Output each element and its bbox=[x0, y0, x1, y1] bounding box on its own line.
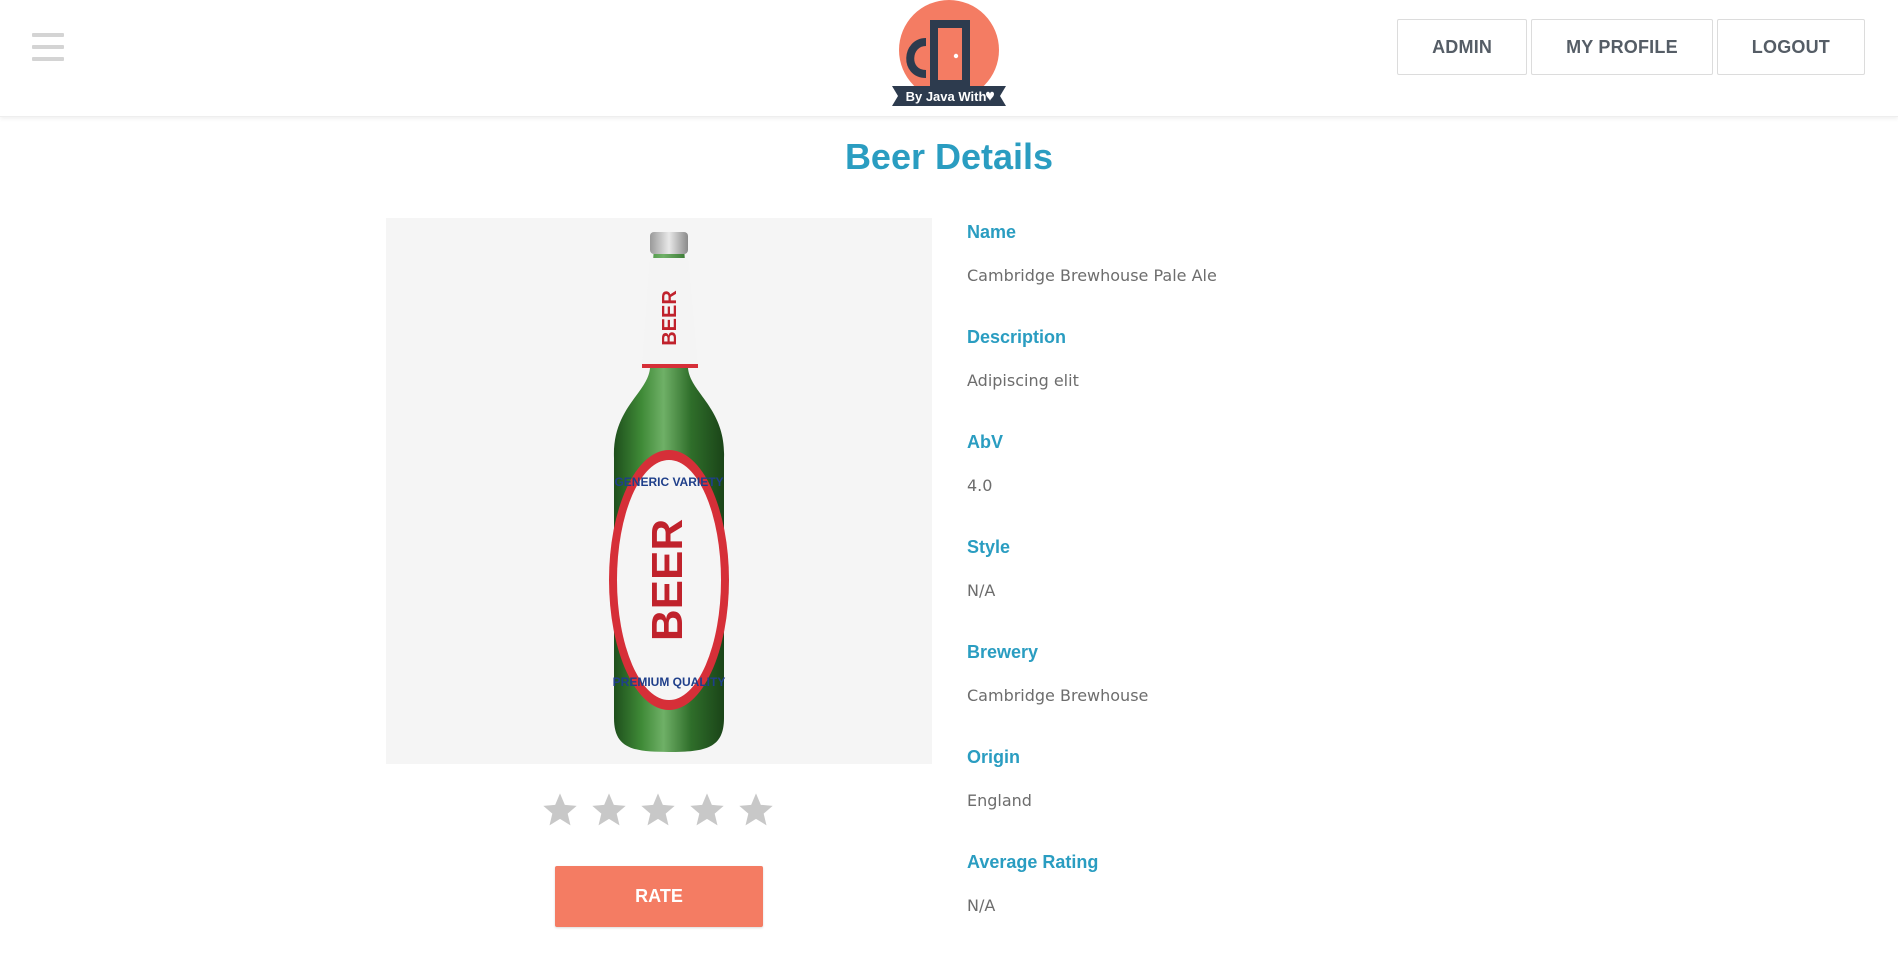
detail-value: N/A bbox=[967, 896, 996, 915]
neck-label-text: BEER bbox=[659, 290, 681, 346]
star-rating bbox=[540, 790, 776, 830]
detail-average-rating: Average Rating N/A bbox=[967, 850, 1667, 955]
star-icon-4[interactable] bbox=[687, 790, 727, 830]
logo-caption: By Java With bbox=[906, 89, 987, 104]
detail-label: Average Rating bbox=[967, 852, 1099, 872]
top-nav: ADMIN MY PROFILE LOGOUT bbox=[1397, 19, 1865, 75]
star-icon-2[interactable] bbox=[589, 790, 629, 830]
detail-label: Style bbox=[967, 537, 1011, 557]
detail-label: Origin bbox=[967, 747, 1020, 767]
beer-details: Name Cambridge Brewhouse Pale Ale Descri… bbox=[967, 220, 1667, 955]
label-main-text: BEER bbox=[643, 519, 692, 641]
rate-button[interactable]: RATE bbox=[555, 866, 763, 927]
page-title: Beer Details bbox=[844, 136, 1054, 177]
detail-value: 4.0 bbox=[967, 476, 993, 495]
menu-icon[interactable] bbox=[32, 33, 64, 61]
star-icon-5[interactable] bbox=[736, 790, 776, 830]
detail-value: N/A bbox=[967, 581, 996, 600]
star-icon-1[interactable] bbox=[540, 790, 580, 830]
detail-abv: AbV 4.0 bbox=[967, 430, 1667, 535]
label-bottom-text: PREMIUM QUALITY bbox=[613, 675, 726, 689]
label-top-text: GENERIC VARIETY bbox=[614, 475, 723, 489]
top-header: By Java With ADMIN MY PROFILE LOGOUT bbox=[0, 0, 1898, 117]
detail-label: Name bbox=[967, 222, 1017, 242]
detail-value: Cambridge Brewhouse Pale Ale bbox=[967, 266, 1217, 285]
detail-brewery: Brewery Cambridge Brewhouse bbox=[967, 640, 1667, 745]
detail-label: Brewery bbox=[967, 642, 1039, 662]
beer-image-panel: BEER GENERIC VARIETY BEER PREMIUM QUALIT… bbox=[386, 218, 932, 764]
detail-value: Adipiscing elit bbox=[967, 371, 1079, 390]
detail-style: Style N/A bbox=[967, 535, 1667, 640]
detail-value: Cambridge Brewhouse bbox=[967, 686, 1149, 705]
my-profile-button[interactable]: MY PROFILE bbox=[1531, 19, 1713, 75]
app-logo[interactable]: By Java With bbox=[886, 0, 1012, 112]
detail-label: Description bbox=[967, 327, 1067, 347]
beer-bottle-image: BEER GENERIC VARIETY BEER PREMIUM QUALIT… bbox=[609, 232, 729, 752]
admin-button[interactable]: ADMIN bbox=[1397, 19, 1528, 75]
detail-origin: Origin England bbox=[967, 745, 1667, 850]
detail-label: AbV bbox=[967, 432, 1003, 452]
star-icon-3[interactable] bbox=[638, 790, 678, 830]
logout-button[interactable]: LOGOUT bbox=[1716, 19, 1865, 75]
detail-description: Description Adipiscing elit bbox=[967, 325, 1667, 430]
detail-value: England bbox=[967, 791, 1032, 810]
detail-name: Name Cambridge Brewhouse Pale Ale bbox=[967, 220, 1667, 325]
